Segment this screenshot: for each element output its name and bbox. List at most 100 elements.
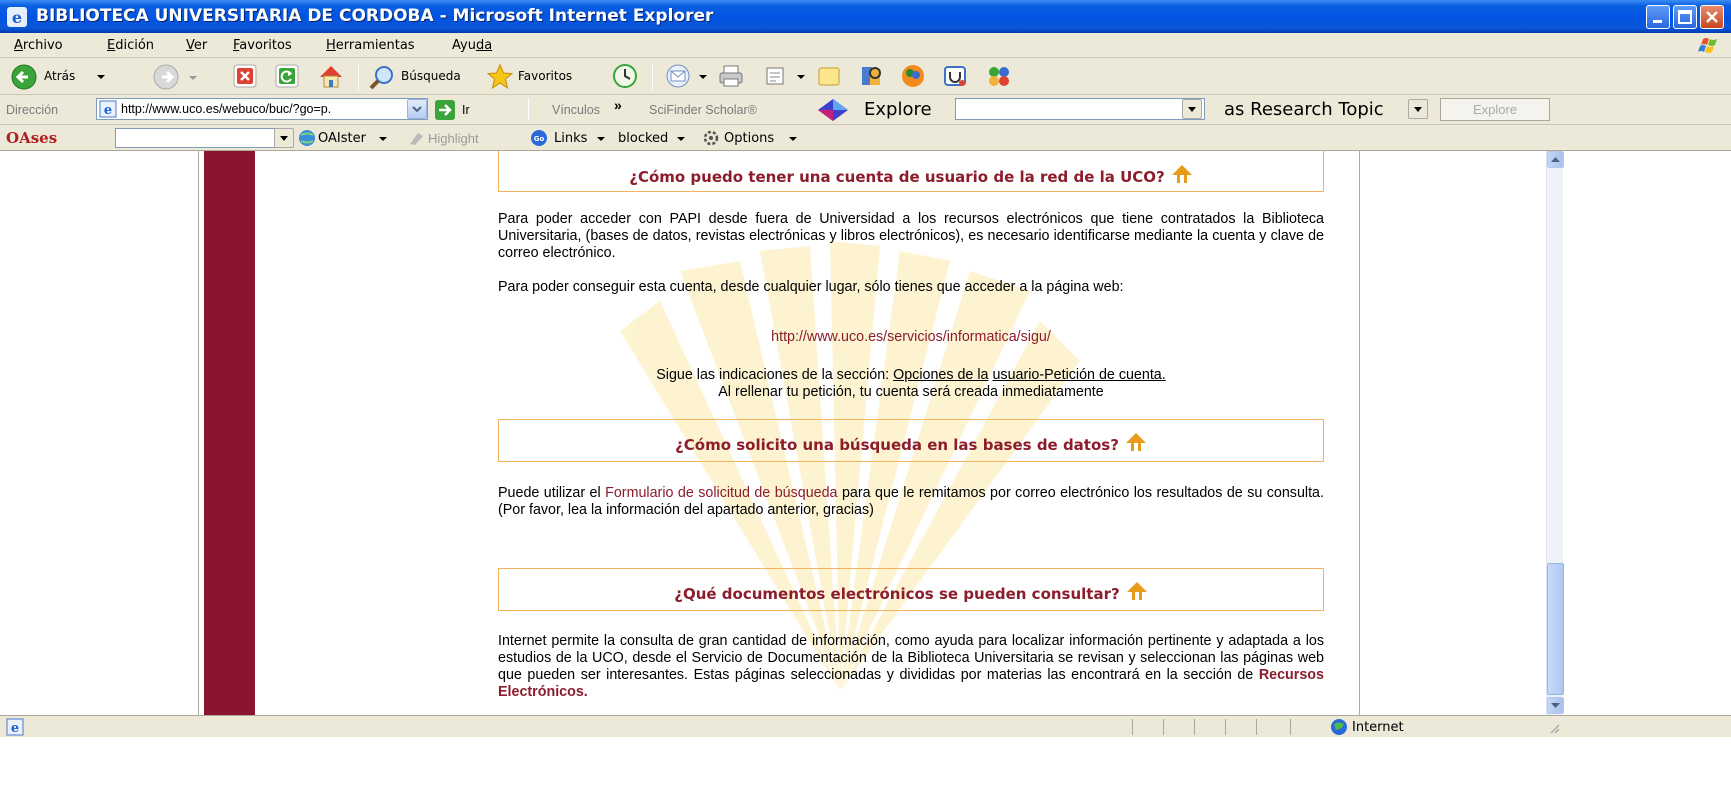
links-label[interactable]: Vínculos	[552, 103, 600, 117]
highlighter-icon	[410, 133, 423, 145]
internet-zone-icon	[1331, 719, 1347, 735]
stethoscope-icon[interactable]	[940, 62, 970, 90]
caret-down-icon	[597, 137, 605, 141]
explore-dropdown[interactable]	[1182, 99, 1202, 119]
research-topic-select[interactable]: as Research Topic	[1224, 99, 1384, 120]
oases-logo: OAses	[6, 129, 58, 147]
history-icon[interactable]	[610, 62, 640, 90]
menu-herramientas-label: erramientas	[335, 38, 415, 53]
links-button[interactable]: Go Links	[530, 128, 626, 148]
highlight-button[interactable]: Highlight	[408, 128, 512, 148]
maximize-button[interactable]	[1673, 5, 1697, 29]
scroll-thumb[interactable]	[1547, 563, 1564, 695]
search-button[interactable]: Búsqueda	[368, 61, 480, 92]
research-icon[interactable]	[856, 62, 886, 90]
maximize-icon	[1678, 10, 1692, 24]
favorites-button[interactable]: Favoritos	[486, 61, 598, 92]
svg-text:e: e	[12, 8, 22, 27]
address-dropdown[interactable]	[407, 99, 427, 119]
up-arrow-icon[interactable]	[1125, 432, 1147, 452]
options-button[interactable]: Options	[702, 128, 822, 148]
opciones-link[interactable]: Opciones de la	[893, 367, 988, 383]
menu-ayuda[interactable]: Ayuda	[452, 38, 492, 53]
menu-archivo[interactable]: Archivo	[14, 38, 63, 53]
up-arrow-icon[interactable]	[1126, 581, 1148, 601]
search-icon	[369, 66, 393, 90]
menu-favoritos[interactable]: Favoritos	[233, 38, 292, 53]
paragraph-formulario: Puede utilizar el Formulario de solicitu…	[498, 485, 1324, 519]
paragraph-internet: Internet permite la consulta de gran can…	[498, 633, 1324, 701]
faq-title-account: ¿Cómo puedo tener una cuenta de usuario …	[499, 164, 1323, 186]
title-bar[interactable]: e BIBLIOTECA UNIVERSITARIA DE CORDOBA - …	[0, 0, 1731, 33]
oaister-button[interactable]: OAIster	[298, 128, 404, 148]
mail-dropdown-icon[interactable]	[698, 73, 708, 81]
standard-toolbar: Atrás Búsqueda Favoritos	[0, 58, 1731, 95]
gear-icon	[703, 130, 719, 146]
rellenar-line: Al rellenar tu petición, tu cuenta será …	[718, 384, 1104, 400]
home-icon[interactable]	[316, 62, 346, 90]
ie-logo-icon: e	[7, 7, 27, 27]
vertical-scrollbar[interactable]	[1546, 151, 1564, 715]
go-circle-icon: Go	[531, 130, 547, 146]
go-button[interactable]: Ir	[434, 98, 494, 122]
menu-edicion[interactable]: Edición	[107, 38, 154, 53]
toolbar-separator	[358, 64, 359, 90]
discuss-icon[interactable]	[814, 62, 844, 90]
edit-dropdown-icon[interactable]	[796, 73, 806, 81]
instructions-prefix: Sigue las indicaciones de la sección:	[656, 367, 894, 383]
triangle-down-icon	[1188, 107, 1196, 112]
status-separator	[1225, 719, 1226, 735]
formulario-prefix: Puede utilizar el	[498, 485, 606, 501]
oases-toolbar: OAses OAIster Highlight Go Links blocked…	[0, 125, 1731, 151]
usuario-peticion-link[interactable]: usuario-Petición de cuenta.	[992, 367, 1165, 383]
menu-ayuda-prefix: Ayu	[452, 38, 476, 53]
butterfly-icon[interactable]	[984, 62, 1014, 90]
print-icon[interactable]	[716, 62, 746, 90]
oases-search-input[interactable]	[115, 128, 293, 148]
menu-herramientas[interactable]: Herramientas	[326, 38, 415, 53]
faq-title-busqueda: ¿Cómo solicito una búsqueda en las bases…	[499, 432, 1323, 454]
scroll-up-button[interactable]	[1547, 151, 1564, 168]
stop-icon[interactable]	[230, 62, 260, 90]
forward-button[interactable]	[146, 61, 200, 92]
close-button[interactable]	[1700, 5, 1724, 29]
menu-archivo-accel: A	[14, 38, 23, 53]
scroll-up-icon	[1551, 157, 1560, 162]
faq-heading-busqueda: ¿Cómo solicito una búsqueda en las bases…	[498, 419, 1324, 462]
forward-arrow-icon	[153, 64, 179, 90]
explore-input[interactable]	[955, 98, 1205, 120]
menu-ver-label: er	[193, 38, 208, 53]
explore-diamond-icon[interactable]	[816, 98, 850, 122]
windows-flag-icon	[1698, 38, 1717, 53]
oases-dropdown[interactable]	[274, 128, 294, 148]
back-button[interactable]: Atrás	[8, 61, 138, 92]
scroll-down-button[interactable]	[1547, 697, 1564, 714]
explore-button[interactable]: Explore	[1440, 98, 1550, 121]
page-status-icon: e	[6, 718, 24, 736]
address-label: Dirección	[6, 103, 59, 117]
minimize-button[interactable]	[1646, 5, 1670, 29]
sigu-link[interactable]: http://www.uco.es/servicios/informatica/…	[498, 329, 1324, 346]
address-separator	[528, 98, 529, 120]
chevron-down-icon	[412, 106, 422, 113]
menu-favoritos-label: avoritos	[239, 38, 292, 53]
edit-icon[interactable]	[760, 62, 790, 90]
scroll-down-icon	[1551, 703, 1560, 708]
links-chevron-icon[interactable]: »	[614, 97, 622, 113]
status-bar: e Internet	[0, 715, 1731, 737]
messenger-icon[interactable]	[898, 62, 928, 90]
resize-grip-icon[interactable]	[1548, 722, 1560, 734]
blocked-button[interactable]: blocked	[618, 128, 708, 148]
right-column-border	[1359, 151, 1360, 715]
formulario-link[interactable]: Formulario de solicitud de búsqueda	[605, 485, 837, 501]
research-topic-dropdown[interactable]	[1408, 99, 1428, 119]
status-separator	[1132, 719, 1133, 735]
address-input[interactable]: e http://www.uco.es/webuco/buc/?go=p.	[96, 98, 428, 120]
favorites-label: Favoritos	[518, 69, 573, 83]
up-arrow-icon[interactable]	[1171, 164, 1193, 184]
mail-icon[interactable]	[664, 62, 694, 90]
window-title: BIBLIOTECA UNIVERSITARIA DE CORDOBA - Mi…	[36, 6, 714, 26]
menu-ver[interactable]: Ver	[186, 38, 207, 53]
refresh-icon[interactable]	[272, 62, 302, 90]
scifinder-link[interactable]: SciFinder Scholar®	[649, 103, 757, 117]
